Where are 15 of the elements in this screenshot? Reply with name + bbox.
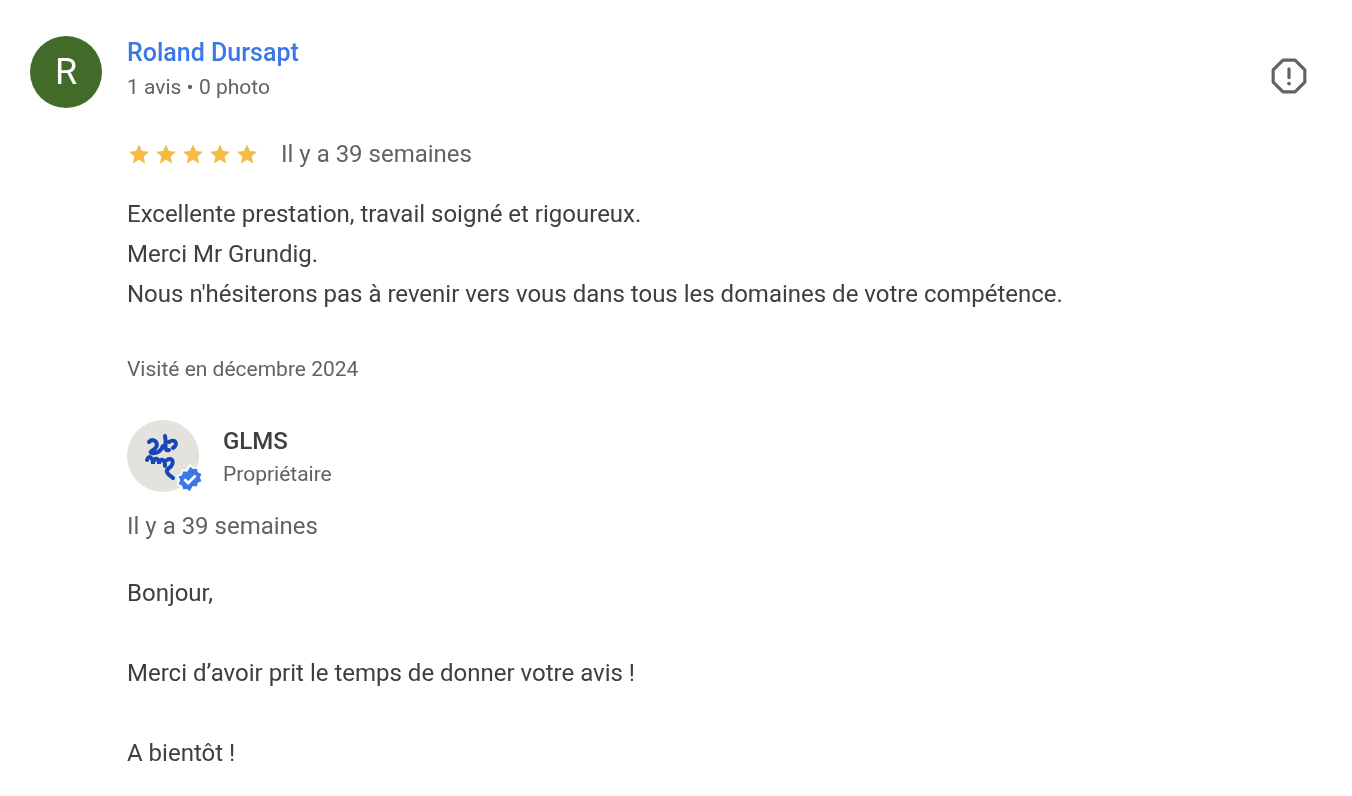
avatar: R	[30, 36, 102, 108]
reply-text: Bonjour,	[127, 577, 213, 609]
visit-date: Visité en décembre 2024	[127, 356, 359, 383]
report-icon[interactable]	[1270, 57, 1308, 95]
reviewer-stats: 1 avis • 0 photo	[127, 74, 270, 101]
review-text-line: Excellente prestation, travail soigné et rigoureux.	[127, 199, 642, 230]
owner-role: Propriétaire	[223, 460, 332, 488]
review-text-line: Merci Mr Grundig.	[127, 239, 319, 270]
reply-text: Merci d’avoir prit le temps de donner votre avis !	[127, 657, 636, 689]
review-text-line: Nous n'hésiterons pas à revenir vers vous dans tous les domaines de votre compétence.	[127, 279, 1063, 310]
reply-time: Il y a 39 semaines	[127, 510, 318, 542]
reviewer-name-link[interactable]: Roland Dursapt	[127, 34, 299, 72]
owner-name: GLMS	[223, 425, 288, 457]
review-time: Il y a 39 semaines	[281, 139, 472, 170]
reply-text: A bientôt !	[127, 737, 236, 769]
